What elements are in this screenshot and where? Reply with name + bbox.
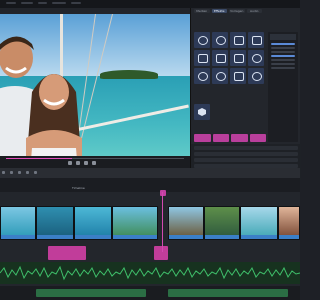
tab-media[interactable]: Medien — [194, 9, 210, 13]
play-icon[interactable] — [75, 161, 80, 165]
undo-icon[interactable] — [9, 171, 13, 174]
frame-effect-icon[interactable] — [230, 32, 246, 48]
audio-waveform — [0, 265, 300, 281]
effect-slot[interactable] — [194, 134, 211, 142]
music-track — [0, 286, 300, 300]
property-row[interactable] — [271, 63, 295, 65]
sparkle-effect-icon[interactable] — [248, 50, 264, 66]
video-clip[interactable] — [168, 206, 204, 240]
music-clip[interactable] — [168, 289, 288, 297]
audio-clip[interactable] — [154, 246, 168, 260]
tab-templates[interactable]: Vorlagen — [229, 9, 245, 13]
video-clip[interactable] — [74, 206, 112, 240]
zoom-icon[interactable] — [33, 171, 37, 174]
text-effect-icon[interactable] — [230, 68, 246, 84]
crop-effect-icon[interactable] — [230, 50, 246, 66]
effect-slot[interactable] — [231, 134, 248, 142]
picture-effect-icon[interactable] — [194, 50, 210, 66]
grid-effect-icon[interactable] — [248, 32, 264, 48]
hexagon-effect-icon[interactable] — [194, 104, 210, 120]
property-row[interactable] — [271, 51, 295, 53]
right-panel: Medien Effekte Vorlagen Audio — [190, 8, 301, 180]
property-slider[interactable] — [271, 55, 295, 57]
timeline-toolbar — [0, 168, 300, 178]
menu-item[interactable] — [6, 2, 16, 4]
menu-bar[interactable] — [6, 2, 186, 5]
selected-effects-row — [194, 134, 266, 142]
spiral-effect-icon[interactable] — [212, 68, 228, 84]
property-row[interactable] — [271, 47, 295, 49]
panel-tabs: Medien Effekte Vorlagen Audio — [191, 8, 265, 14]
playhead-line — [162, 192, 163, 252]
tab-effects[interactable]: Effekte — [211, 9, 227, 13]
video-clip[interactable] — [36, 206, 74, 240]
video-clip[interactable] — [112, 206, 158, 240]
timeline-label: Timeline — [72, 186, 85, 190]
previous-icon[interactable] — [68, 161, 72, 165]
playback-controls — [0, 156, 190, 168]
video-track — [0, 206, 300, 240]
menu-item[interactable] — [51, 2, 66, 4]
video-preview[interactable] — [0, 14, 190, 156]
list-item[interactable] — [194, 158, 298, 162]
list-item[interactable] — [194, 146, 298, 150]
wave-effect-icon[interactable] — [194, 32, 210, 48]
woman-figure — [26, 74, 82, 156]
music-clip[interactable] — [36, 289, 146, 297]
redo-icon[interactable] — [17, 171, 21, 174]
property-row[interactable] — [271, 59, 295, 61]
cut-icon[interactable] — [2, 171, 5, 174]
circle-effect-icon[interactable] — [212, 32, 228, 48]
properties-header — [270, 34, 296, 40]
timeline-ruler[interactable]: Timeline — [0, 178, 300, 192]
playhead-handle[interactable] — [160, 190, 166, 196]
video-clip[interactable] — [0, 206, 36, 240]
effect-slot[interactable] — [249, 134, 266, 142]
menu-item[interactable] — [70, 2, 81, 4]
loop-icon[interactable] — [91, 161, 96, 165]
property-slider[interactable] — [271, 43, 295, 45]
scrub-progress — [6, 158, 72, 159]
property-row[interactable] — [271, 67, 295, 69]
list-item[interactable] — [194, 152, 298, 156]
properties-panel — [268, 32, 298, 142]
audio-clip[interactable] — [48, 246, 86, 260]
video-clip[interactable] — [278, 206, 300, 240]
effect-slot[interactable] — [212, 134, 229, 142]
snap-icon[interactable] — [25, 171, 29, 174]
menu-item[interactable] — [20, 2, 33, 4]
title-bar — [0, 0, 300, 8]
next-icon[interactable] — [83, 161, 88, 165]
video-clip[interactable] — [240, 206, 278, 240]
color-effect-icon[interactable] — [248, 68, 264, 84]
island — [100, 70, 158, 79]
video-clip[interactable] — [204, 206, 240, 240]
tab-audio[interactable]: Audio — [246, 9, 262, 13]
menu-item[interactable] — [37, 2, 47, 4]
sun-effect-icon[interactable] — [194, 68, 210, 84]
image-effect-icon[interactable] — [212, 50, 228, 66]
